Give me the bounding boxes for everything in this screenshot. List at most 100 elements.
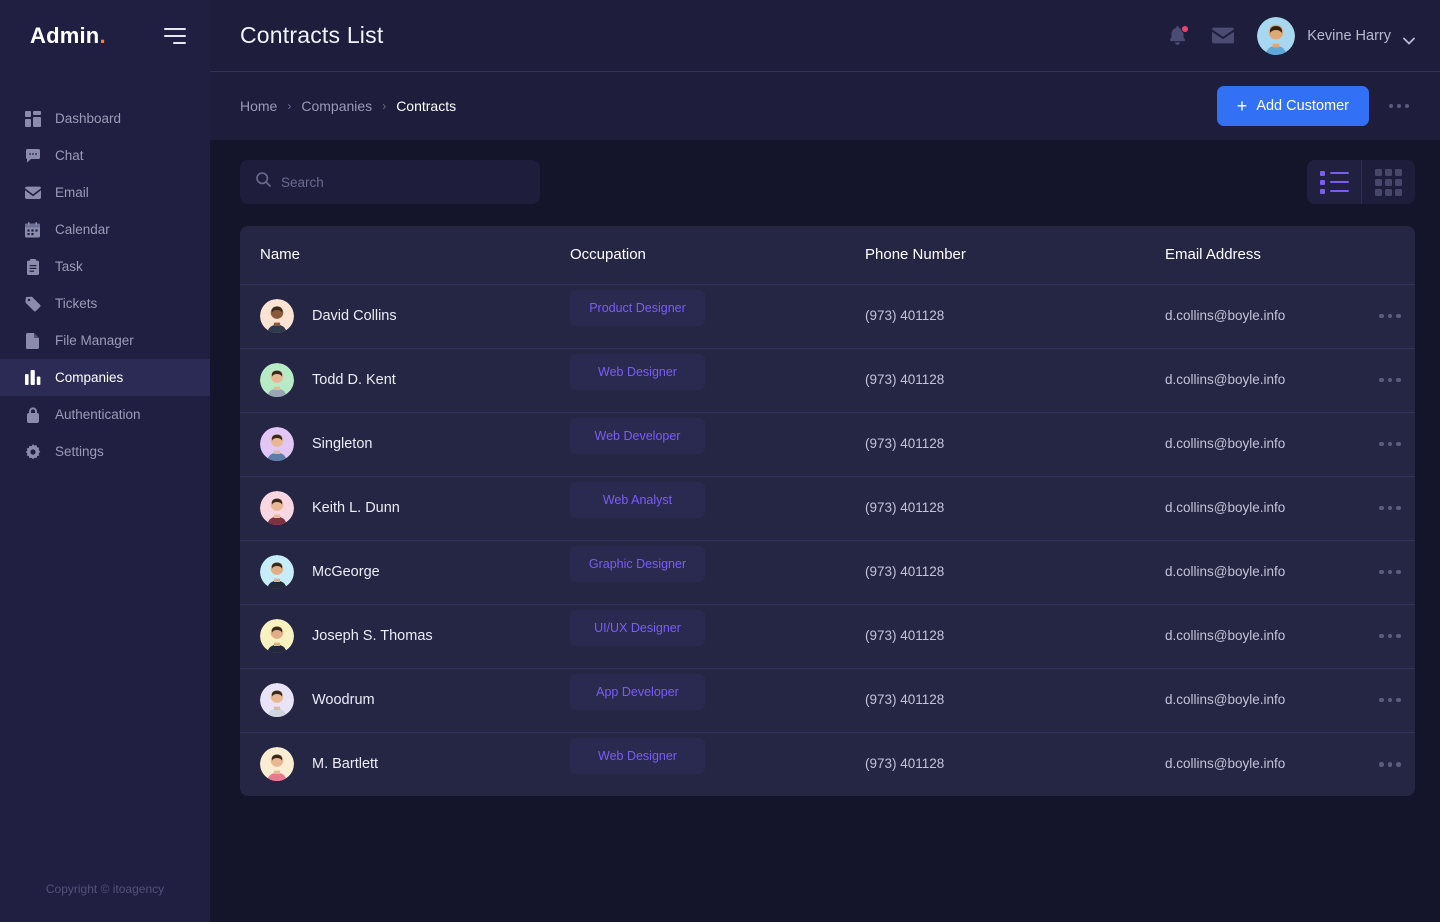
- chevron-down-icon[interactable]: [1403, 32, 1415, 45]
- cell-name: McGeorge: [240, 540, 570, 604]
- table-header-row: Name Occupation Phone Number Email Addre…: [240, 226, 1415, 285]
- occupation-badge[interactable]: Web Developer: [570, 418, 705, 454]
- cell-phone: (973) 401128: [865, 668, 1165, 732]
- more-horizontal-icon[interactable]: [1365, 505, 1415, 511]
- column-header-name[interactable]: Name: [240, 226, 570, 285]
- search-box[interactable]: [240, 160, 540, 204]
- sidebar-brand-row: Admin.: [0, 0, 210, 72]
- cell-actions: [1365, 348, 1415, 412]
- row-email: d.collins@boyle.info: [1165, 756, 1286, 772]
- more-horizontal-icon[interactable]: [1365, 441, 1415, 447]
- more-horizontal-icon[interactable]: [1365, 697, 1415, 703]
- row-phone: (973) 401128: [865, 436, 945, 451]
- sidebar-item-calendar[interactable]: Calendar: [0, 211, 210, 248]
- occupation-badge[interactable]: Web Designer: [570, 354, 705, 390]
- cell-phone: (973) 401128: [865, 476, 1165, 540]
- lock-icon: [24, 406, 41, 423]
- row-email: d.collins@boyle.info: [1165, 628, 1286, 643]
- cell-actions: [1365, 476, 1415, 540]
- brand-text: Admin: [30, 23, 100, 48]
- sidebar-item-file-manager[interactable]: File Manager: [0, 322, 210, 359]
- more-horizontal-icon[interactable]: [1365, 313, 1415, 319]
- cell-email: d.collins@boyle.info: [1165, 668, 1365, 732]
- table-row[interactable]: M. Bartlett Web Designer (973) 401128 d.col…: [240, 732, 1415, 796]
- hamburger-icon[interactable]: [164, 28, 186, 44]
- gear-icon: [24, 443, 41, 460]
- row-email: d.collins@boyle.info: [1165, 372, 1286, 387]
- occupation-badge[interactable]: Product Designer: [570, 290, 705, 326]
- plus-icon: +: [1236, 96, 1248, 116]
- contracts-table-card: Name Occupation Phone Number Email Addre…: [240, 226, 1415, 796]
- table-row[interactable]: David Collins Product Designer (973) 40112…: [240, 284, 1415, 348]
- user-menu[interactable]: Kevine Harry: [1257, 16, 1415, 55]
- app-logo[interactable]: Admin.: [30, 23, 106, 49]
- table-row[interactable]: Todd D. Kent Web Designer (973) 401128 d.co…: [240, 348, 1415, 412]
- more-horizontal-icon[interactable]: [1365, 377, 1415, 383]
- cell-actions: [1365, 540, 1415, 604]
- chart-bar-icon: [24, 369, 41, 386]
- column-header-email[interactable]: Email Address: [1165, 226, 1365, 285]
- cell-name: Joseph S. Thomas: [240, 604, 570, 668]
- topbar: Contracts List Kevine Harry: [210, 0, 1440, 72]
- cell-phone: (973) 401128: [865, 412, 1165, 476]
- sidebar-item-companies[interactable]: Companies: [0, 359, 210, 396]
- row-email: d.collins@boyle.info: [1165, 564, 1286, 579]
- app-root: Admin. Dashboard Chat Email Calendar Tas…: [0, 0, 1440, 922]
- bell-icon[interactable]: [1165, 24, 1190, 48]
- cell-name: Singleton: [240, 412, 570, 476]
- sidebar-item-tickets[interactable]: Tickets: [0, 285, 210, 322]
- occupation-badge[interactable]: App Developer: [570, 674, 705, 710]
- row-name: David Collins: [312, 308, 397, 324]
- column-header-phone[interactable]: Phone Number: [865, 226, 1165, 285]
- sidebar-item-label: Chat: [55, 148, 84, 163]
- more-horizontal-icon[interactable]: [1383, 98, 1415, 114]
- sidebar-item-label: Calendar: [55, 222, 110, 237]
- column-header-occupation[interactable]: Occupation: [570, 226, 865, 285]
- sidebar-copyright: Copyright © itoagency: [45, 882, 165, 896]
- cell-occupation: App Developer: [570, 668, 865, 732]
- table-row[interactable]: McGeorge Graphic Designer (973) 401128 d.co…: [240, 540, 1415, 604]
- sidebar-item-label: Authentication: [55, 407, 141, 422]
- breadcrumb-item-companies[interactable]: Companies: [301, 98, 372, 114]
- grid-view-icon[interactable]: [1361, 160, 1415, 204]
- cell-email: d.collins@boyle.info: [1165, 732, 1365, 796]
- cell-occupation: Product Designer: [570, 284, 865, 348]
- breadcrumb-bar: Home › Companies › Contracts + Add Custo…: [210, 72, 1440, 140]
- breadcrumb-separator: ›: [382, 99, 387, 113]
- sidebar-item-label: Companies: [55, 370, 124, 385]
- row-email: d.collins@boyle.info: [1165, 500, 1286, 515]
- envelope-icon[interactable]: [1211, 24, 1235, 48]
- row-name: Joseph S. Thomas: [312, 628, 433, 644]
- occupation-badge[interactable]: Graphic Designer: [570, 546, 705, 582]
- occupation-badge[interactable]: Web Analyst: [570, 482, 705, 518]
- add-customer-button[interactable]: + Add Customer: [1216, 86, 1369, 126]
- table-row[interactable]: Joseph S. Thomas UI/UX Designer (973) 4011…: [240, 604, 1415, 668]
- cell-email: d.collins@boyle.info: [1165, 604, 1365, 668]
- table-row[interactable]: Keith L. Dunn Web Analyst (973) 401128 d.co…: [240, 476, 1415, 540]
- row-name: Todd D. Kent: [312, 372, 396, 388]
- row-phone: (973) 401128: [865, 500, 945, 515]
- occupation-badge[interactable]: Web Designer: [570, 738, 705, 775]
- sidebar-item-task[interactable]: Task: [0, 248, 210, 285]
- sidebar-nav: Dashboard Chat Email Calendar Task Ticke…: [0, 100, 210, 470]
- table-row[interactable]: Woodrum App Developer (973) 401128 d.collin…: [240, 668, 1415, 732]
- table-body: David Collins Product Designer (973) 40112…: [240, 284, 1415, 796]
- search-input[interactable]: [281, 174, 524, 190]
- more-horizontal-icon[interactable]: [1365, 633, 1415, 639]
- row-name: Woodrum: [312, 692, 375, 708]
- list-view-icon[interactable]: [1307, 160, 1361, 204]
- cell-actions: [1365, 284, 1415, 348]
- sidebar-item-email[interactable]: Email: [0, 174, 210, 211]
- occupation-badge[interactable]: UI/UX Designer: [570, 610, 705, 646]
- topbar-actions: Kevine Harry: [1165, 16, 1415, 55]
- sidebar-item-dashboard[interactable]: Dashboard: [0, 100, 210, 137]
- table-row[interactable]: Singleton Web Developer (973) 401128 d.coll…: [240, 412, 1415, 476]
- breadcrumb-item-home[interactable]: Home: [240, 98, 277, 114]
- row-email: d.collins@boyle.info: [1165, 308, 1286, 323]
- sidebar-item-authentication[interactable]: Authentication: [0, 396, 210, 433]
- sidebar-item-chat[interactable]: Chat: [0, 137, 210, 174]
- more-horizontal-icon[interactable]: [1365, 762, 1415, 767]
- sidebar-item-settings[interactable]: Settings: [0, 433, 210, 470]
- more-horizontal-icon[interactable]: [1365, 569, 1415, 575]
- cell-phone: (973) 401128: [865, 284, 1165, 348]
